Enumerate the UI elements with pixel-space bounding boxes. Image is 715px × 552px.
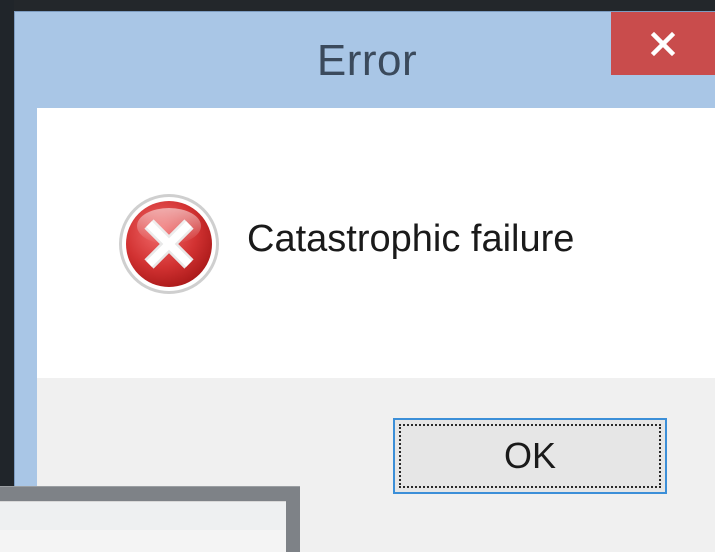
background-window-header [0,502,286,530]
message-area: Catastrophic failure [37,108,715,378]
desktop-background-left [0,0,14,552]
background-window[interactable] [0,486,300,552]
dialog-title: Error [316,36,418,85]
desktop: Error Catastrophic failure OK [0,0,715,552]
error-dialog: Error Catastrophic failure OK [14,11,715,552]
close-button[interactable] [611,12,715,75]
error-icon [117,192,221,296]
dialog-titlebar[interactable]: Error [15,12,715,107]
error-message: Catastrophic failure [247,218,575,260]
close-icon [648,29,678,59]
background-window-content [0,501,286,552]
ok-button-label: OK [503,435,556,476]
ok-button[interactable]: OK [393,418,667,494]
